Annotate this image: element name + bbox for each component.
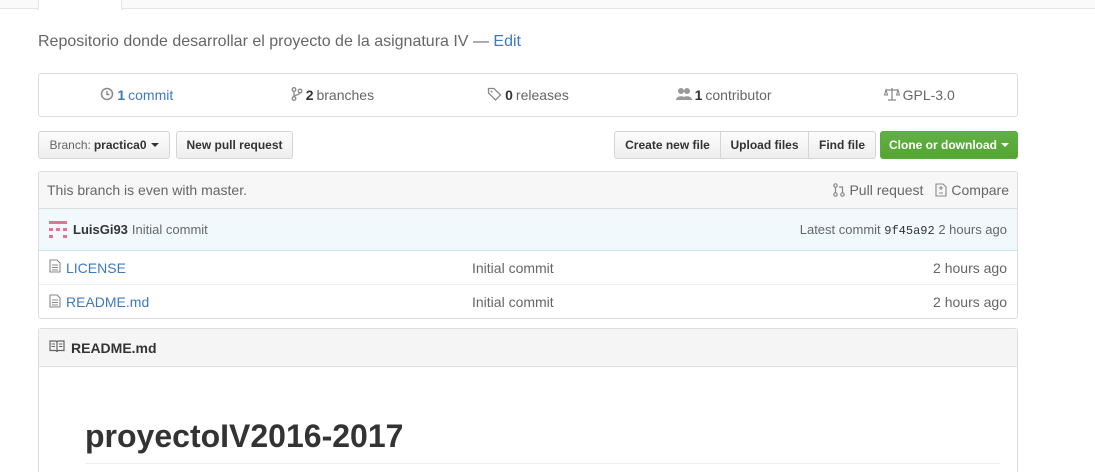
file-navigation: This branch is even with master. Pull re…	[38, 171, 1018, 319]
pull-request-label: Pull request	[849, 182, 924, 198]
repo-nav-active-tab[interactable]	[38, 0, 122, 10]
commits-label: commit	[128, 87, 174, 103]
latest-commit-bar: LuisGi93 Initial commit Latest commit 9f…	[39, 209, 1017, 251]
clone-or-download-button[interactable]: Clone or download	[880, 131, 1018, 159]
releases-count: 0	[505, 87, 513, 103]
compare-link[interactable]: Compare	[935, 182, 1009, 198]
contributors-count: 1	[694, 87, 703, 103]
branches-count: 2	[305, 87, 314, 103]
commit-sha[interactable]: 9f45a92	[884, 224, 934, 238]
create-new-file-button[interactable]: Create new file	[614, 131, 721, 159]
tag-icon	[487, 87, 502, 104]
avatar[interactable]	[49, 220, 67, 239]
commits-count: 1	[117, 87, 126, 103]
contributors-summary[interactable]: 1 contributor	[626, 74, 822, 116]
releases-summary[interactable]: 0 releases	[430, 74, 626, 116]
repo-summary-bar: 1 commit 2 branches 0 releases 1 contrib…	[38, 73, 1018, 117]
caret-down-icon	[1001, 143, 1009, 147]
license-summary[interactable]: GPL-3.0	[821, 74, 1017, 116]
branch-prefix: Branch:	[49, 138, 91, 152]
compare-label: Compare	[951, 182, 1009, 198]
file-age: 2 hours ago	[933, 294, 1007, 310]
file-name-link[interactable]: README.md	[66, 294, 149, 310]
branch-status-message: This branch is even with master.	[47, 182, 247, 198]
commit-message[interactable]: Initial commit	[132, 222, 208, 237]
upload-files-button[interactable]: Upload files	[721, 131, 809, 159]
file-text-icon	[49, 293, 61, 311]
edit-description-link[interactable]: Edit	[493, 33, 521, 50]
repo-nav-strip	[0, 0, 1095, 9]
latest-commit-info: Latest commit 9f45a92 2 hours ago	[800, 222, 1007, 238]
file-actions-group: Create new file Upload files Find file	[614, 131, 876, 159]
file-commit-message[interactable]: Initial commit	[472, 260, 732, 276]
law-icon	[883, 87, 900, 104]
git-pull-request-icon	[833, 183, 846, 197]
readme-filename: README.md	[71, 339, 157, 356]
readme-heading: proyectoIV2016-2017	[85, 418, 404, 454]
branches-label: branches	[316, 87, 375, 103]
commit-age: 2 hours ago	[938, 221, 1007, 237]
description-text: Repositorio donde desarrollar el proyect…	[38, 33, 469, 50]
organization-icon	[675, 87, 692, 104]
new-pull-request-button[interactable]: New pull request	[176, 131, 293, 159]
file-age: 2 hours ago	[933, 259, 1007, 276]
latest-commit-prefix: Latest commit	[799, 221, 881, 237]
file-name-link[interactable]: LICENSE	[66, 260, 126, 276]
file-text-icon	[49, 259, 61, 276]
branches-summary[interactable]: 2 branches	[235, 74, 431, 116]
releases-label: releases	[515, 87, 569, 103]
diff-icon	[935, 183, 947, 197]
book-icon	[49, 339, 65, 356]
repo-description: Repositorio donde desarrollar el proyect…	[38, 33, 521, 51]
branch-select-button[interactable]: Branch: practica0	[38, 131, 170, 159]
license-label: GPL-3.0	[902, 87, 955, 103]
readme-panel: README.md proyectoIV2016-2017	[38, 328, 1018, 472]
clone-label: Clone or download	[889, 138, 997, 152]
readme-heading-rule	[85, 463, 1000, 464]
table-row: LICENSE Initial commit 2 hours ago	[39, 251, 1017, 285]
pull-request-link[interactable]: Pull request	[833, 182, 923, 198]
history-icon	[100, 87, 114, 104]
table-row: README.md Initial commit 2 hours ago	[39, 285, 1017, 318]
branch-status-bar: This branch is even with master. Pull re…	[39, 172, 1017, 209]
caret-down-icon	[150, 143, 159, 147]
git-branch-icon	[291, 86, 303, 104]
file-commit-message[interactable]: Initial commit	[472, 294, 732, 310]
description-separator: —	[472, 33, 489, 50]
contributors-label: contributor	[705, 87, 772, 103]
readme-header: README.md	[39, 329, 1017, 367]
commit-author[interactable]: LuisGi93	[73, 222, 128, 237]
find-file-button[interactable]: Find file	[809, 131, 876, 159]
branch-name: practica0	[93, 138, 147, 152]
commits-summary[interactable]: 1 commit	[39, 74, 235, 116]
